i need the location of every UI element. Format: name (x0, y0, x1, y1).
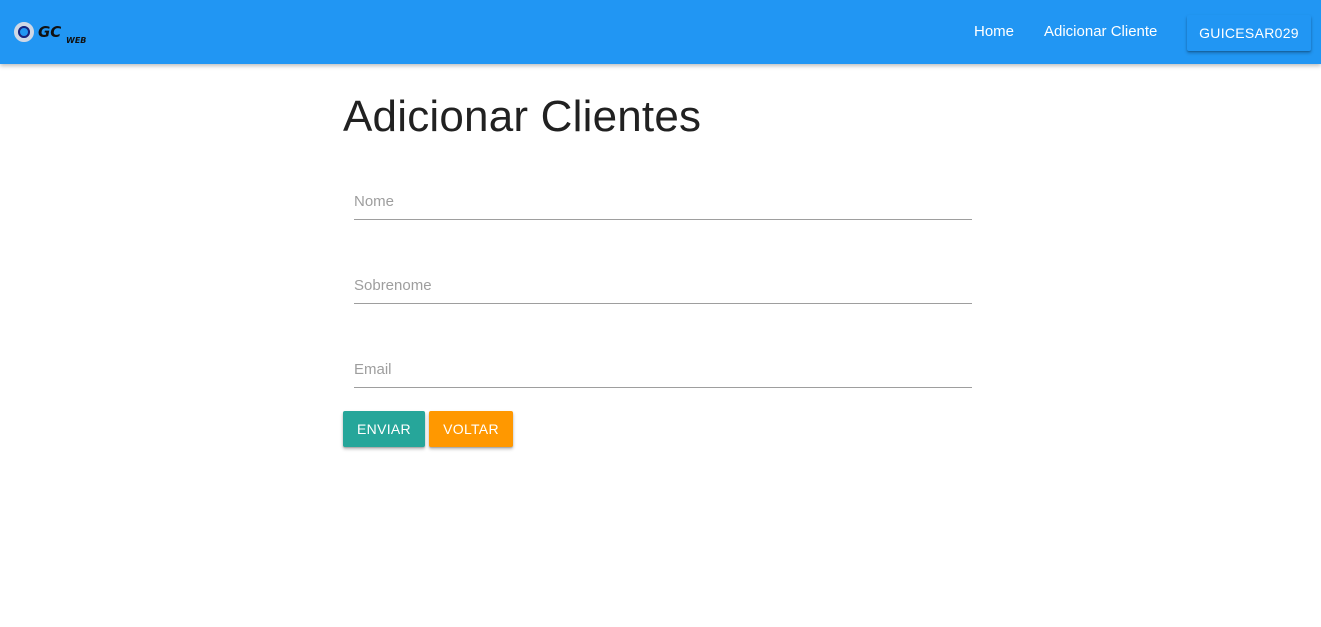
user-button[interactable]: GUICESAR029 (1187, 15, 1311, 51)
sobrenome-input[interactable] (354, 269, 972, 301)
email-field (354, 353, 972, 388)
logo-text: GC (38, 23, 61, 41)
logo-graphic: GC WEB (14, 22, 86, 45)
logo-subtext: WEB (66, 36, 86, 45)
voltar-button[interactable]: VOLTAR (429, 411, 513, 447)
gc-web-logo[interactable]: GC WEB (12, 20, 96, 46)
nome-field (354, 185, 972, 220)
logo-swirl-inner (18, 26, 30, 38)
nav-link-home[interactable]: Home (974, 0, 1014, 64)
email-input[interactable] (354, 353, 972, 385)
nav-link-adicionar-cliente[interactable]: Adicionar Cliente (1044, 0, 1157, 64)
enviar-button[interactable]: ENVIAR (343, 411, 425, 447)
navbar: GC WEB Home Adicionar Cliente GUICESAR02… (0, 0, 1321, 64)
nome-input[interactable] (354, 185, 972, 217)
sobrenome-field (354, 269, 972, 304)
page-title: Adicionar Clientes (343, 92, 702, 141)
